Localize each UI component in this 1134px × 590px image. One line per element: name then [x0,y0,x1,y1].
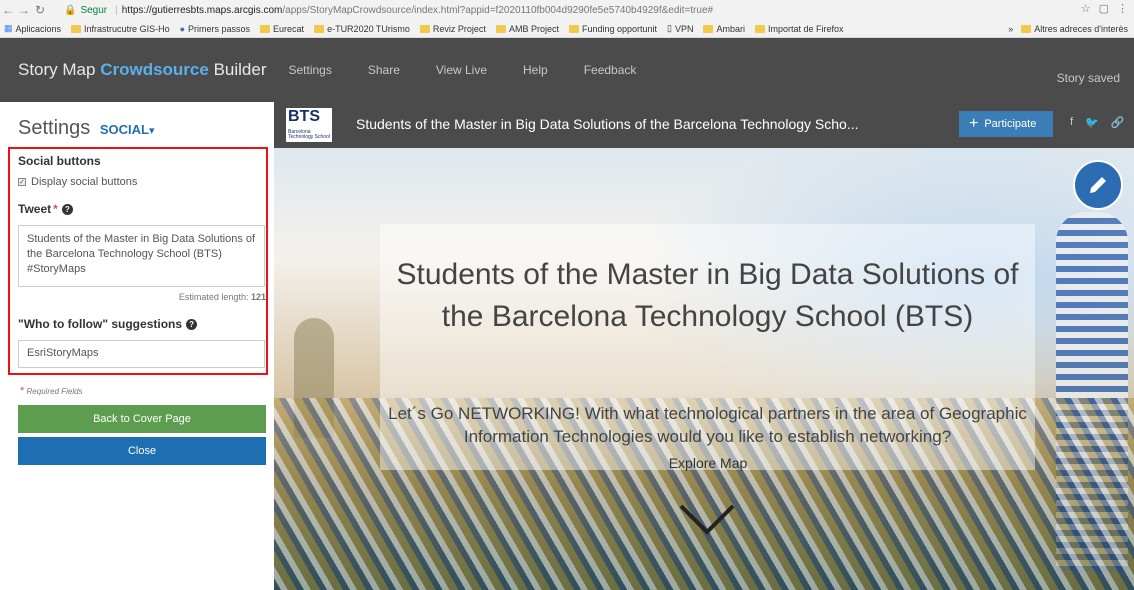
folder-icon [314,24,325,33]
twitter-icon[interactable]: 🐦 [1085,116,1099,129]
checkbox-icon[interactable]: ✓ [18,178,26,186]
bookmark-other[interactable]: Altres adreces d'interès [1021,24,1128,34]
url-path: /apps/StoryMapCrowdsource/index.html?app… [282,4,714,16]
chevron-double-icon[interactable]: » [1008,24,1013,34]
reload-icon[interactable]: ↻ [32,3,48,17]
folder-icon [71,24,82,33]
social-buttons-heading: Social buttons [18,154,101,168]
follow-input[interactable]: EsriStoryMaps [18,340,265,368]
chevron-down-icon[interactable] [677,500,737,540]
menu-settings[interactable]: Settings [288,63,331,77]
social-links: f 🐦 🔗 [1070,116,1124,129]
follow-label: "Who to follow" suggestions? [18,317,198,331]
tweet-textarea[interactable]: Students of the Master in Big Data Solut… [18,225,265,287]
app-title: Students of the Master in Big Data Solut… [356,116,859,132]
save-status: Story saved [1056,71,1120,85]
edit-pencil-button[interactable] [1073,160,1123,210]
story-preview: BTS Barcelona Technology School Students… [274,102,1134,590]
bookmark-item[interactable]: Funding opportunit [568,24,657,34]
globe-icon: ● [179,23,186,34]
star-icon[interactable]: ☆ [1081,2,1091,15]
folder-icon [419,24,430,33]
back-arrow-icon[interactable]: ← [0,3,16,17]
pencil-icon [1090,177,1106,193]
cover-title: Students of the Master in Big Data Solut… [396,258,1019,333]
plus-icon: + [969,115,979,132]
bookmark-item[interactable]: Importat de Firefox [755,24,844,34]
builder-title: Story Map Crowdsource Builder [18,60,267,79]
app-header: BTS Barcelona Technology School Students… [274,102,1134,148]
estimated-length: Estimated length: 121 [178,292,266,302]
bookmark-item[interactable]: e-TUR2020 TUrismo [314,24,410,34]
page-icon: ▯ [667,23,672,33]
folder-icon [260,24,271,33]
forward-arrow-icon[interactable]: → [16,3,32,17]
display-social-checkbox[interactable]: ✓ Display social buttons [18,176,137,188]
cover-subtitle: Let´s Go NETWORKING! With what technolog… [388,404,1027,446]
facebook-icon[interactable]: f [1070,116,1073,129]
builder-menu: Settings Share View Live Help Feedback [288,63,636,77]
menu-help[interactable]: Help [523,63,548,77]
apps-grid-icon: ▦ [4,23,13,33]
caret-down-icon[interactable]: ▾ [149,125,155,137]
menu-dots-icon[interactable]: ⋮ [1117,2,1128,15]
bookmarks-bar: ▦ Aplicacions Infrastrucutre GIS-Ho ● Prim… [0,20,1134,38]
help-icon[interactable]: ? [61,203,73,215]
settings-title: Settings SOCIAL▾ [18,117,155,139]
settings-panel: Settings SOCIAL▾ Social buttons ✓ Displa… [0,102,274,590]
bookmark-item[interactable]: Reviz Project [419,24,486,34]
bookmark-item[interactable]: Ambari [703,24,745,34]
required-note: * Required Fields [20,385,83,397]
section-dropdown[interactable]: SOCIAL [100,122,149,137]
close-button[interactable]: Close [18,437,266,465]
explore-map-label[interactable]: Explore Map [668,454,748,472]
bts-logo: BTS Barcelona Technology School [286,108,332,142]
participate-button[interactable]: + Participate [959,111,1053,137]
folder-icon [703,24,714,33]
back-to-cover-button[interactable]: Back to Cover Page [18,405,266,433]
builder-header: Story Map Crowdsource Builder Settings S… [0,38,1134,102]
required-asterisk: * [20,385,25,397]
link-icon[interactable]: 🔗 [1111,116,1125,129]
folder-icon [568,24,579,33]
menu-feedback[interactable]: Feedback [584,63,637,77]
bookmark-item[interactable]: Eurecat [260,24,304,34]
url-host: https://gutierresbts.maps.arcgis.com [121,4,283,16]
bookmark-item[interactable]: ▯ VPN [667,23,693,34]
help-icon[interactable]: ? [186,318,198,330]
menu-share[interactable]: Share [368,63,400,77]
menu-view-live[interactable]: View Live [436,63,487,77]
extension-icon[interactable]: ▢ [1099,2,1109,15]
bookmark-item[interactable]: Infrastrucutre GIS-Ho [71,24,170,34]
folder-icon [495,24,506,33]
bookmark-item[interactable]: ● Primers passos [180,24,250,34]
browser-toolbar: ← → ↻ 🔒 Segur | https://gutierresbts.map… [0,0,1134,20]
secure-label: Segur [80,4,108,16]
bookmark-apps[interactable]: ▦ Aplicacions [4,23,61,34]
folder-icon [755,24,765,33]
required-asterisk: * [53,202,58,216]
folder-icon [1021,25,1032,33]
bookmark-item[interactable]: AMB Project [495,24,559,34]
lock-icon: 🔒 [64,4,77,16]
tweet-label: Tweet *? [18,202,73,216]
address-bar[interactable]: 🔒 Segur | https://gutierresbts.maps.arcg… [64,2,1064,18]
